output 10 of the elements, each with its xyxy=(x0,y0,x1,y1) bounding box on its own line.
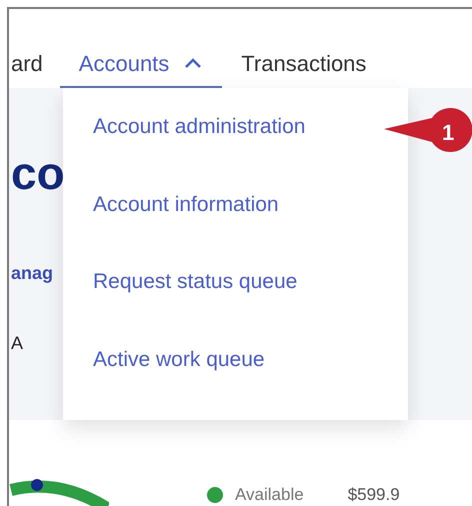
page-heading: co xyxy=(11,150,66,196)
label-text: A xyxy=(11,334,24,352)
legend-value: $599.9 xyxy=(348,484,400,506)
legend-label: Available xyxy=(235,484,304,506)
nav-tab[interactable]: Transactions xyxy=(222,40,386,88)
menu-item[interactable]: Active work queue xyxy=(63,342,408,420)
callout-badge: 1 xyxy=(384,108,472,152)
nav-tab[interactable]: ard xyxy=(11,40,60,88)
menu-item[interactable]: Request status queue xyxy=(63,265,408,342)
menu-item[interactable]: Account information xyxy=(63,188,408,265)
